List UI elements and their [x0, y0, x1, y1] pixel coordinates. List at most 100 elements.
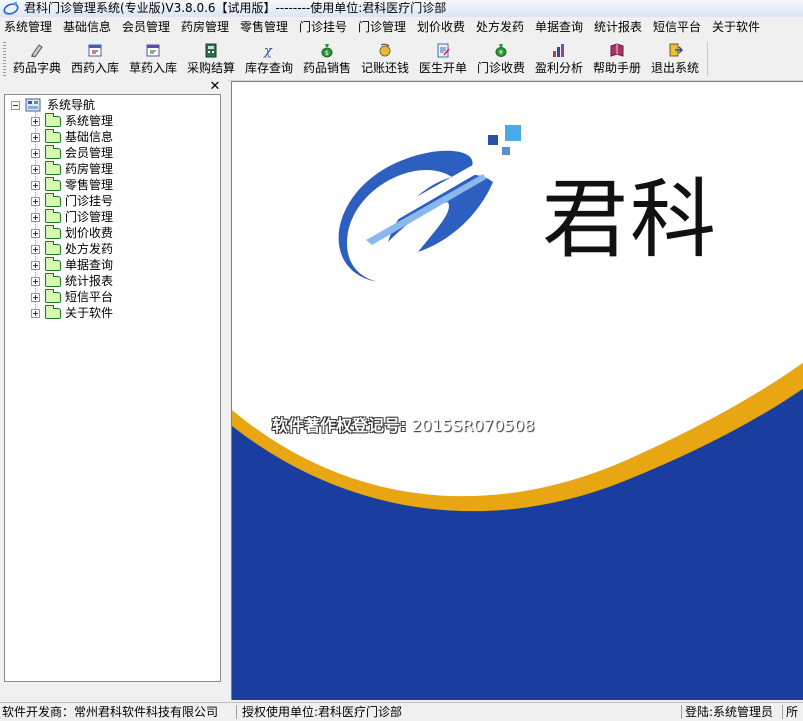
- menu-prescription-dispensing[interactable]: 处方发药: [476, 17, 524, 38]
- tree-item-label: 门诊挂号: [65, 194, 114, 208]
- status-extra: 所: [786, 705, 799, 719]
- folder-icon: [45, 305, 61, 319]
- toolbar-help-manual-button[interactable]: 帮助手册: [588, 40, 646, 78]
- menu-sms-platform[interactable]: 短信平台: [653, 17, 701, 38]
- menu-statistics-report[interactable]: 统计报表: [594, 17, 642, 38]
- tree-item-label: 药房管理: [65, 162, 114, 176]
- expand-icon[interactable]: [31, 165, 40, 174]
- expand-icon[interactable]: [31, 261, 40, 270]
- folder-icon: [45, 273, 61, 287]
- folder-icon: [45, 209, 61, 223]
- tree-item-label: 会员管理: [65, 146, 114, 160]
- money-bag-icon: $: [321, 44, 333, 58]
- toolbar-purchase-settlement-button[interactable]: 采购结算: [182, 40, 240, 78]
- toolbar-label: 记账还钱: [360, 61, 409, 75]
- calculator-icon: [205, 43, 217, 58]
- app-logo-icon: [3, 2, 19, 15]
- menu-outpatient-management[interactable]: 门诊管理: [358, 17, 406, 38]
- folder-icon: [45, 225, 61, 239]
- toolbar-outpatient-charge-button[interactable]: ¥ 门诊收费: [472, 40, 530, 78]
- brand-name: 君科: [542, 170, 718, 270]
- company-logo-icon: [338, 125, 521, 282]
- folder-icon: [45, 193, 61, 207]
- navigation-root-icon: [25, 98, 41, 112]
- toolbar-profit-analysis-button[interactable]: 盈利分析: [530, 40, 588, 78]
- status-separator: [236, 705, 237, 719]
- menu-about-software[interactable]: 关于软件: [712, 17, 760, 38]
- toolbar-western-stock-in-button[interactable]: 西药入库: [66, 40, 124, 78]
- folder-icon: [45, 161, 61, 175]
- folder-icon: [45, 257, 61, 271]
- toolbar-drug-dictionary-button[interactable]: 药品字典: [8, 40, 66, 78]
- toolbar-divider: [707, 42, 708, 76]
- title-bar: 君科门诊管理系统(专业版)V3.8.0.6【试用版】--------使用单位:君…: [0, 0, 803, 18]
- folder-icon: [45, 129, 61, 143]
- status-login-user: 登陆:系统管理员: [685, 705, 774, 719]
- western-medicine-stock-in-icon: [88, 44, 102, 57]
- prescription-icon: [437, 43, 450, 58]
- expand-icon[interactable]: [31, 133, 40, 142]
- expand-icon[interactable]: [31, 293, 40, 302]
- close-icon[interactable]: ✕: [208, 80, 222, 94]
- dictionary-icon: [31, 44, 43, 58]
- toolbar-doctor-order-button[interactable]: 医生开单: [414, 40, 472, 78]
- toolbar-label: 草药入库: [128, 61, 177, 75]
- toolbar-inventory-query-button[interactable]: χ 库存查询: [240, 40, 298, 78]
- status-bar: 软件开发商：常州君科软件科技有限公司 授权使用单位:君科医疗门诊部 登陆:系统管…: [0, 702, 803, 721]
- toolbar: 药品字典 西药入库 草药入库 采购结算 χ 库存查询 $ 药品销售 记账还钱 医…: [0, 38, 803, 81]
- copyright-registration: 软件著作权登记号: 2015SR070508: [272, 416, 535, 436]
- formula-icon: χ: [263, 44, 273, 58]
- folder-icon: [45, 177, 61, 191]
- expand-icon[interactable]: [31, 309, 40, 318]
- folder-icon: [45, 113, 61, 127]
- tree-item-label: 基础信息: [65, 130, 114, 144]
- navigation-tree[interactable]: 系统导航 系统管理 基础信息 会员管理 药房管理 零售管理 门诊挂号 门诊管理 …: [4, 94, 221, 682]
- registration-number: 2015SR070508: [411, 416, 535, 435]
- toolbar-label: 采购结算: [186, 61, 235, 75]
- toolbar-credit-repayment-button[interactable]: 记账还钱: [356, 40, 414, 78]
- registration-label: 软件著作权登记号:: [272, 416, 407, 435]
- tree-item-label: 统计报表: [65, 274, 114, 288]
- tree-item-label: 门诊管理: [65, 210, 114, 224]
- expand-icon[interactable]: [31, 117, 40, 126]
- expand-icon[interactable]: [31, 277, 40, 286]
- toolbar-herbal-stock-in-button[interactable]: 草药入库: [124, 40, 182, 78]
- collapse-icon[interactable]: [11, 101, 20, 110]
- tree-item-label: 单据查询: [65, 258, 114, 272]
- menu-pharmacy-management[interactable]: 药房管理: [181, 17, 229, 38]
- expand-icon[interactable]: [31, 181, 40, 190]
- menu-pricing-charging[interactable]: 划价收费: [417, 17, 465, 38]
- navigation-panel: ✕ 系统导航 系统管理 基础信息 会员管理 药房管理 零售管理 门诊挂号 门诊管…: [0, 80, 228, 702]
- toolbar-exit-system-button[interactable]: 退出系统: [646, 40, 704, 78]
- tree-item-label: 系统管理: [65, 114, 114, 128]
- expand-icon[interactable]: [31, 229, 40, 238]
- menu-document-query[interactable]: 单据查询: [535, 17, 583, 38]
- repayment-icon: [379, 43, 391, 57]
- toolbar-drug-sales-button[interactable]: $ 药品销售: [298, 40, 356, 78]
- tree-root-label: 系统导航: [47, 98, 96, 112]
- menu-outpatient-registration[interactable]: 门诊挂号: [299, 17, 347, 38]
- menu-retail-management[interactable]: 零售管理: [240, 17, 288, 38]
- expand-icon[interactable]: [31, 149, 40, 158]
- toolbar-label: 帮助手册: [592, 61, 641, 75]
- tree-item-label: 划价收费: [65, 226, 114, 240]
- expand-icon[interactable]: [31, 245, 40, 254]
- folder-icon: [45, 289, 61, 303]
- help-book-icon: [610, 43, 624, 57]
- menu-basic-info[interactable]: 基础信息: [63, 17, 111, 38]
- toolbar-grip[interactable]: [3, 42, 6, 76]
- tree-item-label: 短信平台: [65, 290, 114, 304]
- cash-icon: ¥: [495, 44, 507, 57]
- toolbar-label: 退出系统: [650, 61, 699, 75]
- tree-item-label: 关于软件: [65, 306, 114, 320]
- svg-text:$: $: [325, 50, 329, 57]
- window-title: 君科门诊管理系统(专业版)V3.8.0.6【试用版】--------使用单位:君…: [24, 1, 447, 15]
- expand-icon[interactable]: [31, 213, 40, 222]
- status-licensee: 授权使用单位:君科医疗门诊部: [242, 705, 403, 719]
- toolbar-label: 药品字典: [12, 61, 61, 75]
- expand-icon[interactable]: [31, 197, 40, 206]
- menu-member-management[interactable]: 会员管理: [122, 17, 170, 38]
- menu-system-management[interactable]: 系统管理: [4, 17, 52, 38]
- toolbar-label: 西药入库: [70, 61, 119, 75]
- toolbar-label: 门诊收费: [476, 61, 525, 75]
